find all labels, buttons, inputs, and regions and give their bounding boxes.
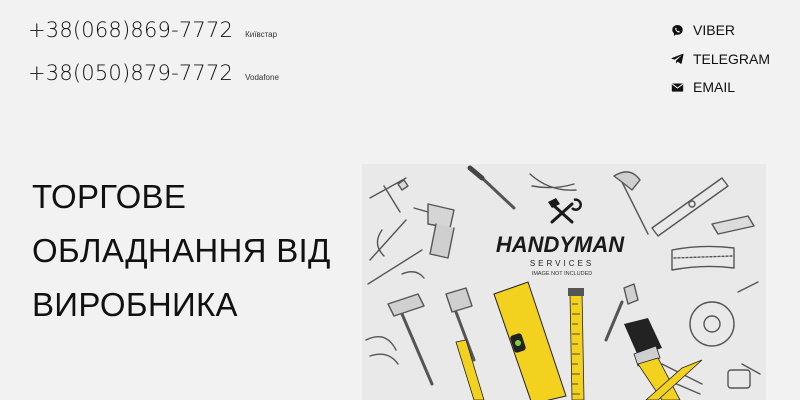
- handyman-logo: HANDYMAN SERVICES IMAGE NOT INCLUDED: [496, 198, 625, 277]
- email-label: EMAIL: [693, 79, 736, 96]
- logo-subtitle: SERVICES: [530, 259, 594, 268]
- phone-row-kyivstar: +38(068)869-7772 Київстар: [28, 18, 279, 61]
- viber-icon: [672, 24, 683, 36]
- hero-title-line-3: ВИРОБНИКА: [32, 286, 238, 323]
- hero-title: ТОРГОВЕ ОБЛАДНАННЯ ВІД ВИРОБНИКА: [32, 170, 352, 332]
- viber-link[interactable]: VIBER: [671, 16, 770, 45]
- operator-label-vodafone: Vodafone: [245, 73, 279, 82]
- viber-label: VIBER: [693, 22, 736, 39]
- logo-note: IMAGE NOT INCLUDED: [532, 271, 592, 277]
- hero-image: HANDYMAN SERVICES IMAGE NOT INCLUDED: [362, 164, 766, 400]
- operator-label-kyivstar: Київстар: [245, 30, 278, 39]
- logo-text: HANDYMAN: [496, 232, 625, 257]
- email-icon: [671, 83, 684, 92]
- telegram-link[interactable]: TELEGRAM: [671, 45, 770, 74]
- phone-number-vodafone[interactable]: +38(050)879-7772: [28, 61, 233, 85]
- phone-number-kyivstar[interactable]: +38(068)869-7772: [28, 18, 233, 42]
- hero-title-line-2: ОБЛАДНАННЯ ВІД: [32, 232, 331, 269]
- hero-title-line-1: ТОРГОВЕ: [32, 178, 187, 215]
- phone-row-vodafone: +38(050)879-7772 Vodafone: [28, 61, 279, 104]
- telegram-label: TELEGRAM: [693, 50, 771, 67]
- telegram-icon: [671, 53, 684, 65]
- handyman-tools-illustration: HANDYMAN SERVICES IMAGE NOT INCLUDED: [365, 165, 761, 400]
- contact-links: VIBER TELEGRAM EMAIL: [671, 16, 770, 102]
- yellow-tools: [455, 281, 703, 400]
- email-link[interactable]: EMAIL: [671, 73, 770, 102]
- phone-list: +38(068)869-7772 Київстар +38(050)879-77…: [28, 18, 279, 104]
